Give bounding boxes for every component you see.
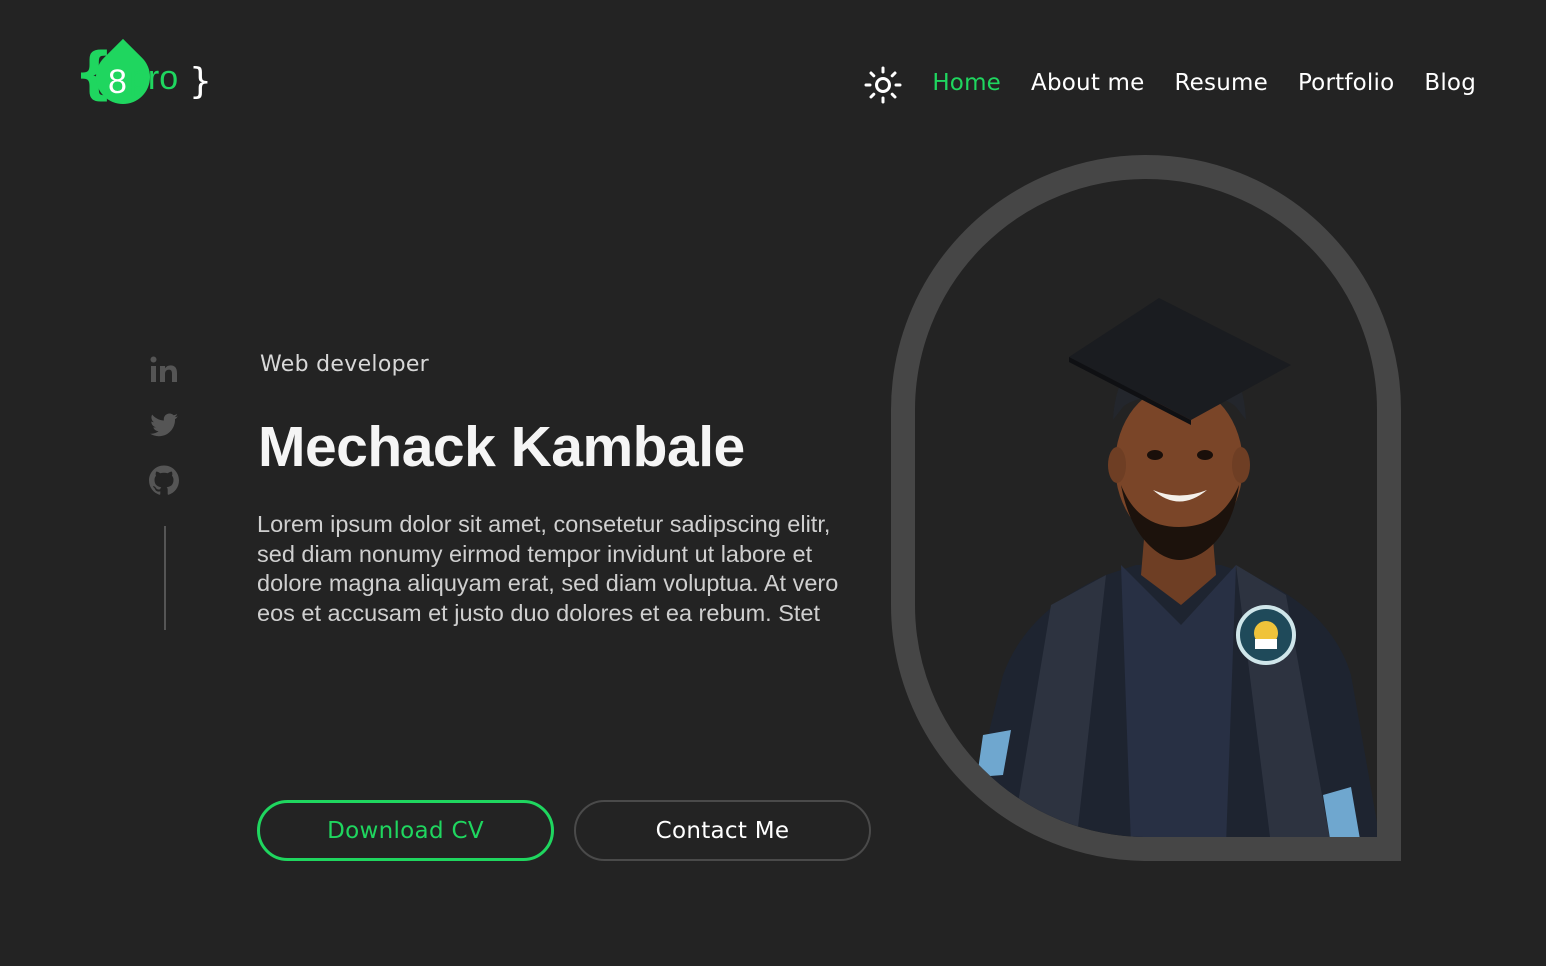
theme-toggle-button[interactable] — [864, 66, 902, 104]
nav-item-about[interactable]: About me — [1031, 66, 1144, 100]
hero-bio: Lorem ipsum dolor sit amet, consetetur s… — [257, 511, 839, 626]
download-cv-button[interactable]: Download CV — [257, 800, 554, 861]
twitter-icon[interactable] — [148, 409, 180, 441]
nav-item-portfolio[interactable]: Portfolio — [1298, 66, 1394, 100]
nav-item-blog[interactable]: Blog — [1424, 66, 1476, 100]
nav-item-resume[interactable]: Resume — [1175, 66, 1268, 100]
logo-brace-right: } — [189, 61, 212, 102]
site-logo[interactable]: { 8 pro } — [74, 38, 212, 116]
hero-name: Mechack Kambale — [258, 415, 745, 479]
main-nav: Home About me Resume Portfolio Blog — [932, 66, 1476, 100]
sun-icon — [864, 66, 902, 104]
social-links — [148, 354, 184, 630]
github-icon[interactable] — [148, 464, 180, 496]
social-divider — [164, 526, 166, 630]
linkedin-icon[interactable] — [148, 354, 180, 386]
nav-item-home[interactable]: Home — [932, 66, 1001, 100]
profile-photo — [891, 155, 1401, 861]
logo-pro-text: pro — [129, 59, 179, 97]
logo-digit: 8 — [108, 63, 127, 101]
role-subtitle: Web developer — [260, 352, 430, 377]
contact-me-button[interactable]: Contact Me — [574, 800, 871, 861]
